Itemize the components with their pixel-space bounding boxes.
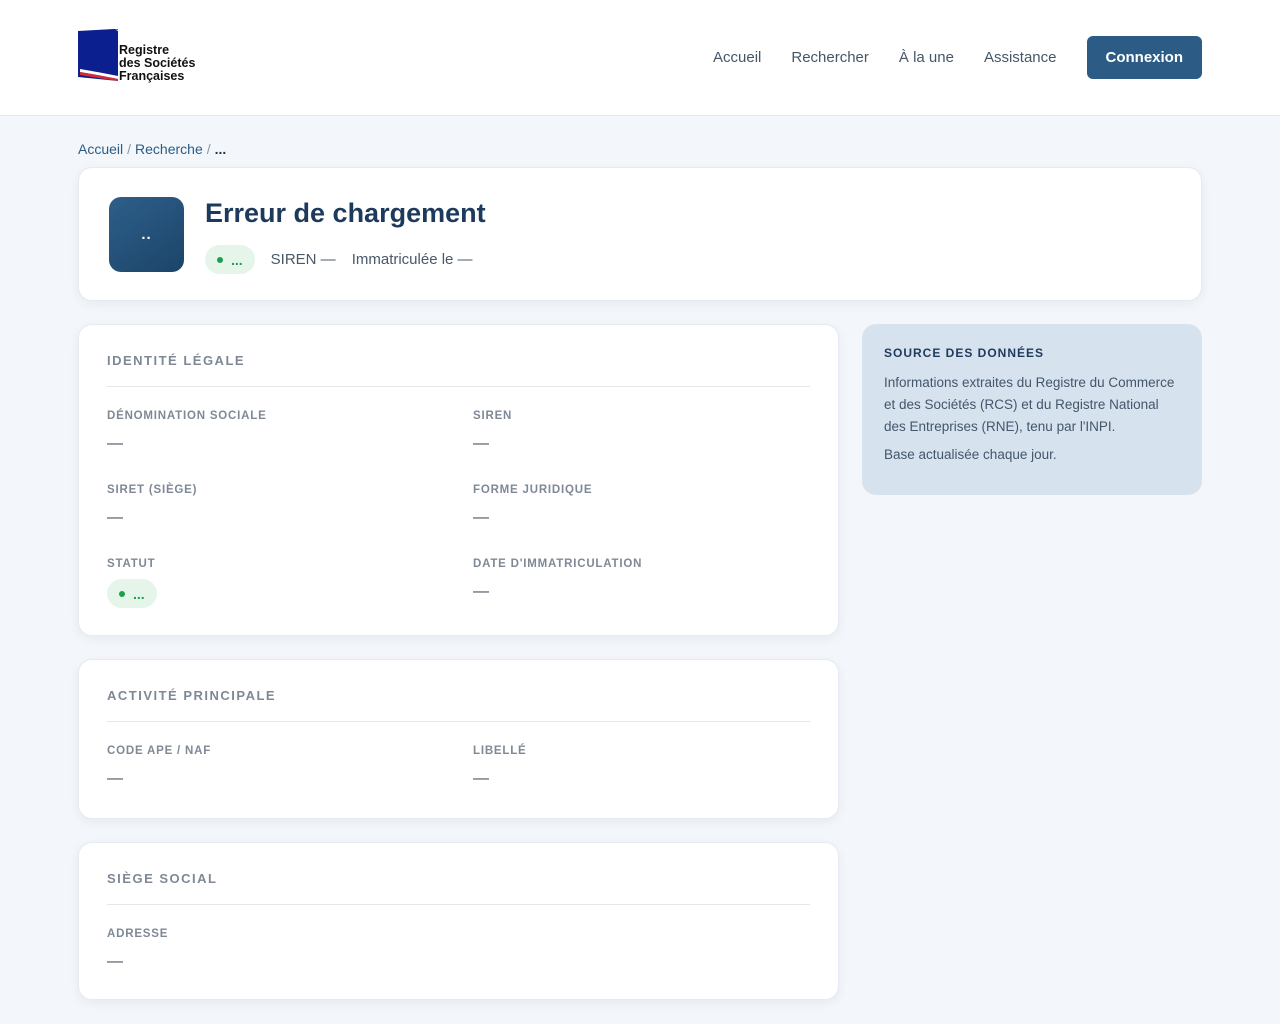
- breadcrumb-recherche[interactable]: Recherche: [135, 141, 203, 157]
- logo-flag-icon: [78, 29, 118, 81]
- breadcrumb-accueil[interactable]: Accueil: [78, 141, 123, 157]
- data-source-text: Informations extraites du Registre du Co…: [884, 375, 1175, 434]
- field-status: STATUT ...: [107, 558, 157, 608]
- field-label: SIREN: [473, 410, 513, 422]
- field-label: FORME JURIDIQUE: [473, 484, 593, 496]
- data-source-title: SOURCE DES DONNÉES: [884, 346, 1045, 360]
- field-address: ADRESSE —: [107, 928, 168, 971]
- site-logo[interactable]: Registre des Sociétés Françaises: [78, 29, 208, 85]
- section-divider: [107, 721, 810, 722]
- data-source-panel: SOURCE DES DONNÉES Informations extraite…: [862, 324, 1202, 495]
- field-value: —: [473, 583, 489, 600]
- logo-wordmark: Registre des Sociétés Françaises: [119, 44, 195, 83]
- field-label: STATUT: [107, 558, 156, 570]
- field-denomination: DÉNOMINATION SOCIALE —: [107, 410, 267, 453]
- nav-accueil[interactable]: Accueil: [713, 49, 761, 66]
- nav-a-la-une[interactable]: À la une: [899, 49, 954, 66]
- status-badge-label: ...: [133, 585, 145, 602]
- field-value: —: [473, 435, 489, 452]
- breadcrumb: Accueil / Recherche / ...: [78, 141, 226, 157]
- field-ape-code: CODE APE / NAF —: [107, 745, 211, 788]
- login-button[interactable]: Connexion: [1086, 36, 1202, 79]
- breadcrumb-separator: /: [127, 141, 132, 157]
- company-avatar: ..: [109, 197, 184, 272]
- section-divider: [107, 386, 810, 387]
- breadcrumb-separator: /: [206, 141, 211, 157]
- field-label: LIBELLÉ: [473, 745, 527, 757]
- field-registration-date: DATE D'IMMATRICULATION —: [473, 558, 642, 601]
- section-divider: [107, 904, 810, 905]
- status-badge: ...: [205, 245, 255, 274]
- nav-rechercher[interactable]: Rechercher: [791, 49, 869, 66]
- field-label: CODE APE / NAF: [107, 745, 212, 757]
- status-dot-icon: [217, 256, 223, 263]
- section-title: SIÈGE SOCIAL: [107, 871, 218, 886]
- field-label: DATE D'IMMATRICULATION: [473, 558, 643, 570]
- section-title: ACTIVITÉ PRINCIPALE: [107, 688, 277, 703]
- field-value: —: [107, 435, 123, 452]
- field-libelle: LIBELLÉ —: [473, 745, 527, 788]
- field-value: —: [473, 509, 489, 526]
- field-label: DÉNOMINATION SOCIALE: [107, 410, 267, 422]
- company-header-card: .. Erreur de chargement ... SIREN — Imma…: [78, 167, 1202, 301]
- registration-meta: Immatriculée le —: [351, 251, 473, 268]
- field-value: —: [107, 953, 123, 970]
- status-dot-icon: [119, 590, 125, 597]
- status-badge-label: ...: [231, 251, 243, 268]
- main-activity-card: ACTIVITÉ PRINCIPALE CODE APE / NAF — LIB…: [78, 659, 839, 819]
- top-header: Registre des Sociétés Françaises Accueil…: [0, 0, 1280, 116]
- field-value: —: [107, 770, 123, 787]
- breadcrumb-current: ...: [214, 141, 227, 157]
- section-title: IDENTITÉ LÉGALE: [107, 353, 246, 368]
- logo-line-3: Françaises: [119, 69, 185, 83]
- status-badge: ...: [107, 579, 157, 608]
- data-source-update: Base actualisée chaque jour.: [884, 447, 1057, 462]
- main-nav: Accueil Rechercher À la une Assistance C…: [713, 36, 1202, 79]
- company-meta: ... SIREN — Immatriculée le —: [205, 245, 473, 274]
- field-label: ADRESSE: [107, 928, 169, 940]
- siren-meta: SIREN —: [270, 251, 336, 268]
- field-siret: SIRET (SIÈGE) —: [107, 484, 197, 527]
- field-value: —: [473, 770, 489, 787]
- head-office-card: SIÈGE SOCIAL ADRESSE —: [78, 842, 839, 1000]
- field-siren: SIREN —: [473, 410, 512, 453]
- page-title: Erreur de chargement: [205, 198, 486, 228]
- nav-assistance[interactable]: Assistance: [984, 49, 1057, 66]
- field-label: SIRET (SIÈGE): [107, 484, 198, 496]
- field-value: —: [107, 509, 123, 526]
- legal-identity-card: IDENTITÉ LÉGALE DÉNOMINATION SOCIALE — S…: [78, 324, 839, 636]
- field-legal-form: FORME JURIDIQUE —: [473, 484, 592, 527]
